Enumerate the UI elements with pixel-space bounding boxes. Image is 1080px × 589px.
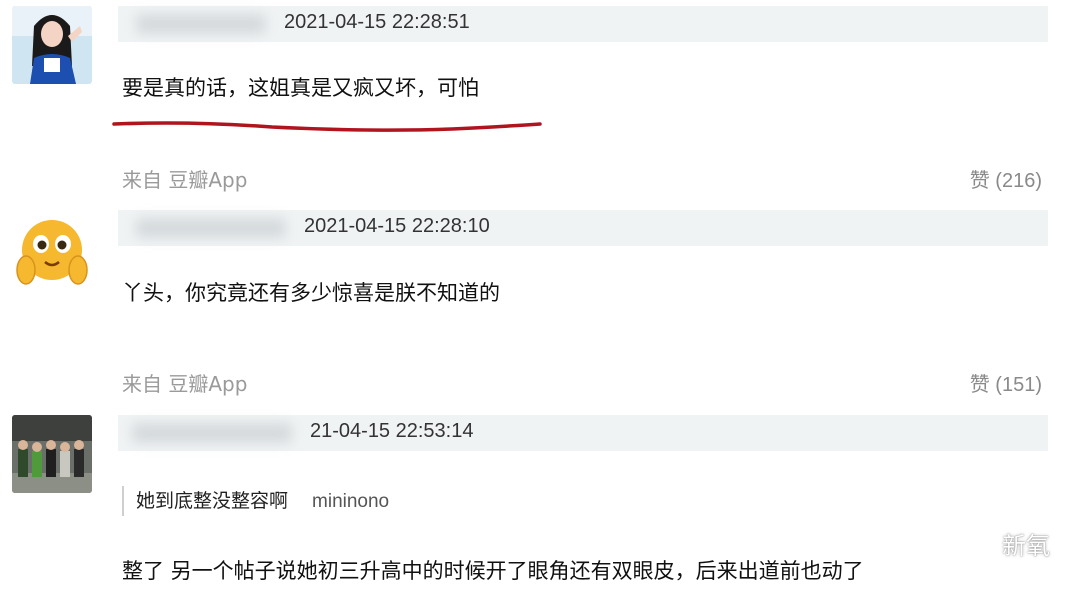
avatar[interactable]	[12, 212, 92, 290]
comment-source: 来自 豆瓣App	[122, 372, 248, 396]
wechat-icon	[950, 527, 993, 558]
avatar[interactable]	[12, 6, 92, 84]
comment-timestamp: 2021-04-15 22:28:51	[284, 11, 470, 33]
quoted-username[interactable]: mininono	[312, 491, 389, 512]
quoted-text: 她到底整没整容啊	[136, 490, 289, 512]
comment-text: 丫头，你究竟还有多少惊喜是朕不知道的	[122, 281, 500, 305]
comment-meta-bar: 2021-04-15 22:28:10	[118, 210, 1048, 246]
username-blurred[interactable]	[132, 423, 292, 443]
watermark-text: 新氧	[1002, 531, 1050, 560]
like-button[interactable]: 赞 (216)	[970, 164, 1042, 193]
comment-footer: 来自 豆瓣App 赞 (151)	[122, 368, 1042, 398]
watermark: 新氧	[950, 523, 1050, 563]
comment-timestamp: 21-04-15 22:53:14	[310, 420, 474, 442]
like-button[interactable]: 赞 (151)	[970, 368, 1042, 397]
comment-meta-bar: 21-04-15 22:53:14	[118, 415, 1048, 451]
comment-meta-bar: 2021-04-15 22:28:51	[118, 6, 1048, 42]
group-photo-avatar-icon	[12, 415, 92, 493]
comment-source: 来自 豆瓣App	[122, 168, 248, 192]
emoji-avatar-icon	[12, 212, 92, 290]
red-underline-annotation	[112, 121, 542, 132]
comment-text: 要是真的话，这姐真是又疯又坏，可怕	[122, 76, 479, 100]
username-blurred[interactable]	[136, 14, 266, 34]
quoted-reply: 她到底整没整容啊 mininono	[122, 486, 389, 516]
username-blurred[interactable]	[136, 218, 286, 238]
comment-timestamp: 2021-04-15 22:28:10	[304, 215, 490, 237]
comment-footer: 来自 豆瓣App 赞 (216)	[122, 164, 1042, 194]
avatar[interactable]	[12, 415, 92, 493]
comment-text: 整了 另一个帖子说她初三升高中的时候开了眼角还有双眼皮，后来出道前也动了	[122, 559, 864, 583]
